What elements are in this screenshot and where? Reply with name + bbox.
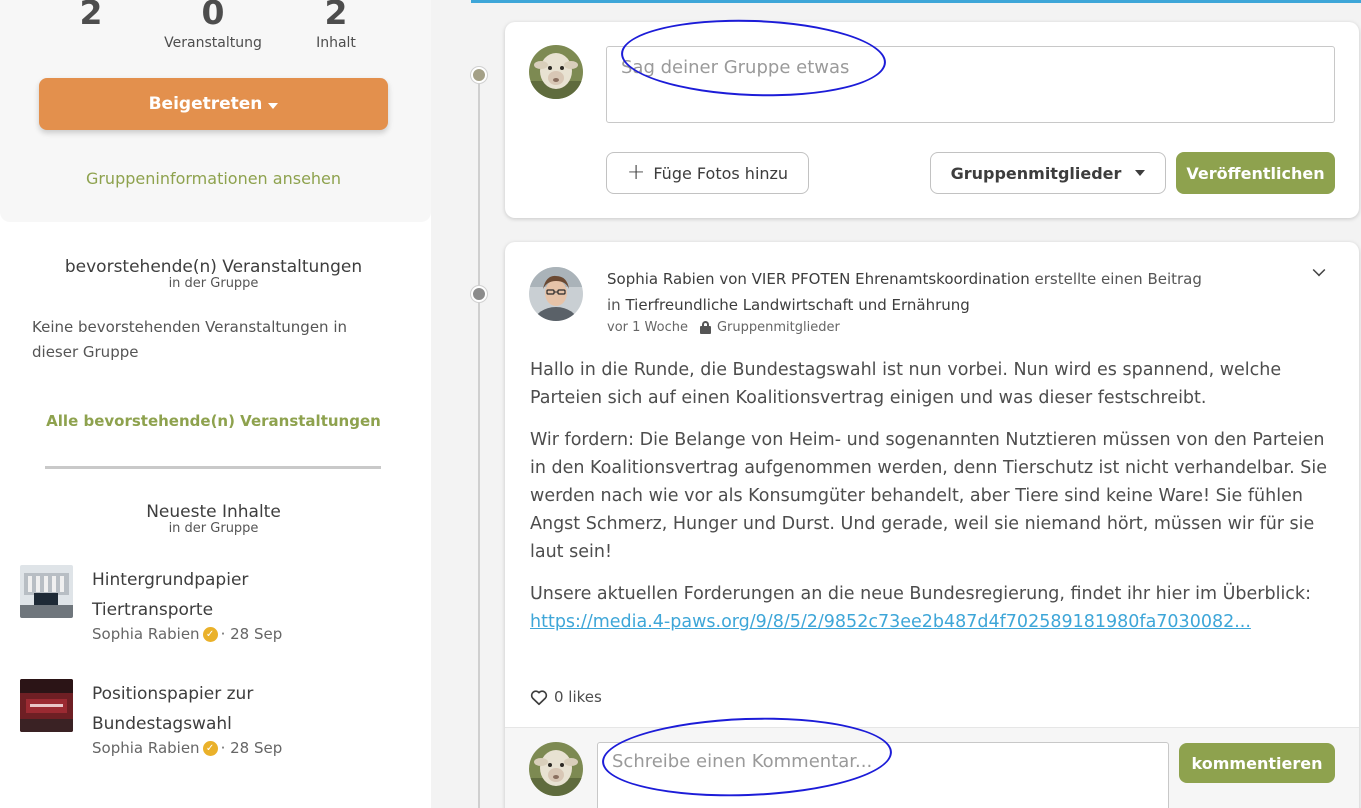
post-paragraph: Unsere aktuellen Forderungen an die neue… [530,580,1340,636]
post-paragraph-text: Unsere aktuellen Forderungen an die neue… [530,584,1311,604]
publish-button[interactable]: Veröffentlichen [1176,152,1335,194]
comment-area: kommentieren [505,712,1359,808]
content-item[interactable]: Positionspapier zur Bundestagswahl Sophi… [20,679,420,769]
caret-down-icon [268,102,279,109]
post-link[interactable]: https://media.4-paws.org/9/8/5/2/9852c73… [530,612,1251,632]
avatar [529,742,583,796]
post-card: Sophia Rabien von VIER PFOTEN Ehrenamtsk… [505,242,1359,808]
post-action-text: erstellte einen Beitrag [1034,270,1202,288]
post-in-text: in [607,296,621,314]
comment-button[interactable]: kommentieren [1179,743,1335,783]
group-info-link[interactable]: Gruppeninformationen ansehen [0,169,427,188]
stat-value: 0 [201,0,225,32]
latest-content-title: Neueste Inhalte [146,502,281,522]
stat-label: Veranstaltung [164,35,262,51]
content-author[interactable]: Sophia Rabien [92,625,200,643]
stat-value: 2 [324,0,348,32]
comment-input[interactable] [597,742,1169,808]
post-group-link[interactable]: Tierfreundliche Landwirtschaft und Ernäh… [625,296,969,314]
content-date: · 28 Sep [220,739,283,757]
upcoming-events-title: bevorstehende(n) Veranstaltungen [64,257,363,277]
verified-check-icon: ✓ [202,626,218,642]
content-author[interactable]: Sophia Rabien [92,739,200,757]
post-author-link[interactable]: Sophia Rabien von VIER PFOTEN Ehrenamtsk… [607,270,1030,288]
no-events-text: Keine bevorstehenden Veranstaltungen in … [32,318,347,361]
content-thumbnail-image[interactable] [20,565,73,618]
sidebar: 2 0 Veranstaltung 2 Inhalt Beigetreten G… [0,0,431,808]
joined-dropdown-button[interactable]: Beigetreten [39,78,388,130]
post-paragraph: Wir fordern: Die Belange von Heim- und s… [530,430,1327,562]
post-meta: vor 1 Woche Gruppenmitglieder [607,320,840,335]
post-body: Hallo in die Runde, die Bundestagswahl i… [530,356,1340,650]
stat-content[interactable]: 2 Inhalt [281,0,391,51]
timeline-line [478,75,480,808]
upcoming-events-subtitle: in der Gruppe [168,276,259,291]
composer-input[interactable] [606,46,1335,123]
content-title[interactable]: Positionspapier zur Bundestagswahl [92,679,332,739]
visibility-dropdown[interactable]: Gruppenmitglieder [930,152,1166,194]
all-events-link[interactable]: Alle bevorstehende(n) Veranstaltungen [0,412,427,430]
visibility-label: Gruppenmitglieder [950,163,1122,183]
content-item[interactable]: Hintergrundpapier Tiertransporte Sophia … [20,565,420,655]
content-date: · 28 Sep [220,625,283,643]
group-stats-card: 2 0 Veranstaltung 2 Inhalt Beigetreten G… [0,0,431,222]
timeline-dot [471,67,487,83]
caret-down-icon [1135,170,1146,176]
likes-row[interactable]: 0 likes [530,688,602,706]
author-avatar[interactable] [529,267,583,321]
post-composer: + Füge Fotos hinzu Gruppenmitglieder Ver… [505,15,1359,218]
avatar [529,45,583,99]
latest-content-subtitle: in der Gruppe [168,521,259,536]
divider [45,466,381,469]
likes-count: 0 likes [554,688,602,706]
plus-icon: + [626,160,646,185]
timeline-dot [471,286,487,302]
heart-icon[interactable] [530,689,548,706]
content-title[interactable]: Hintergrundpapier Tiertransporte [92,565,332,625]
stat-members[interactable]: 2 [36,0,146,35]
add-photos-button[interactable]: + Füge Fotos hinzu [606,152,809,194]
lock-icon [699,321,711,334]
content-thumbnail-image[interactable] [20,679,73,732]
post-visibility: Gruppenmitglieder [716,320,840,335]
stat-label: Inhalt [316,35,356,51]
content-meta: Sophia Rabien ✓ · 28 Sep [92,739,282,757]
chevron-down-icon[interactable] [1312,263,1326,277]
activity-feed: + Füge Fotos hinzu Gruppenmitglieder Ver… [431,0,1361,808]
stat-value: 2 [79,0,103,32]
post-paragraph: Hallo in die Runde, die Bundestagswahl i… [530,360,1282,408]
post-header: Sophia Rabien von VIER PFOTEN Ehrenamtsk… [607,266,1307,318]
verified-check-icon: ✓ [202,740,218,756]
content-meta: Sophia Rabien ✓ · 28 Sep [92,625,282,643]
add-photos-label: Füge Fotos hinzu [653,163,789,183]
stat-events[interactable]: 0 Veranstaltung [158,0,268,51]
joined-label: Beigetreten [148,94,263,114]
post-time[interactable]: vor 1 Woche [607,320,688,335]
top-accent-bar [471,0,1361,3]
